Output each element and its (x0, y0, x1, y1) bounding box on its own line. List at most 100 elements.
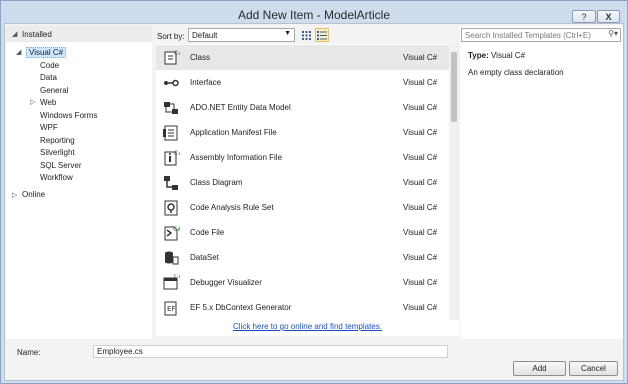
template-language: Visual C# (403, 53, 438, 62)
svg-text:C#: C# (174, 150, 180, 157)
list-item[interactable]: Application Manifest File Visual C# (156, 120, 449, 145)
template-language: Visual C# (403, 128, 438, 137)
template-language: Visual C# (403, 303, 438, 312)
tree-item-workflow[interactable]: Workflow (40, 171, 73, 183)
cancel-button[interactable]: Cancel (569, 361, 618, 376)
template-language: Visual C# (403, 203, 438, 212)
add-button[interactable]: Add (513, 361, 566, 376)
tree-item-web[interactable]: ▷ Web (30, 96, 56, 108)
class-diagram-icon (160, 172, 182, 194)
sort-by-label: Sort by: (157, 31, 185, 41)
collapsed-arrow-icon[interactable]: ▷ (12, 191, 22, 199)
tree-item-general[interactable]: General (40, 84, 68, 96)
installed-label: Installed (22, 29, 52, 39)
tree-item-label: Silverlight (40, 147, 75, 157)
interface-icon (160, 72, 182, 94)
template-description: An empty class declaration (468, 68, 564, 77)
template-name: Class Diagram (190, 178, 243, 187)
template-list-scrollbar[interactable]: ▼ (449, 44, 459, 332)
tree-item-data[interactable]: Data (40, 71, 57, 83)
rule-set-icon (160, 197, 182, 219)
dialog-body: ◢ Installed ◢ Visual C# Code Data Genera… (4, 23, 624, 381)
template-category-tree: ◢ Installed ◢ Visual C# Code Data Genera… (6, 26, 152, 339)
name-input[interactable]: Employee.cs (93, 345, 448, 358)
list-item[interactable]: ADO.NET Entity Data Model Visual C# (156, 95, 449, 120)
template-type: Type: Visual C# (468, 51, 525, 60)
list-item[interactable]: EF EF 5.x DbContext Generator Visual C# (156, 295, 449, 320)
template-name: Code File (190, 228, 225, 237)
template-language: Visual C# (403, 103, 438, 112)
list-item[interactable]: C# Class Visual C# (156, 45, 449, 70)
tree-item-windows-forms[interactable]: Windows Forms (40, 109, 97, 121)
template-language: Visual C# (403, 228, 438, 237)
sort-toolbar: Sort by: Default ▼ (157, 28, 457, 44)
tree-item-reporting[interactable]: Reporting (40, 134, 75, 146)
medium-icons-view-button[interactable] (299, 28, 313, 42)
svg-text:C#: C# (173, 226, 180, 233)
template-name: Code Analysis Rule Set (190, 203, 274, 212)
help-button[interactable]: ? (572, 10, 596, 23)
tree-item-visual-csharp[interactable]: ◢ Visual C# (16, 46, 67, 58)
template-language: Visual C# (403, 278, 438, 287)
type-label: Type: (468, 51, 489, 60)
svg-text:C#: C# (174, 274, 180, 280)
entity-model-icon (160, 97, 182, 119)
installed-header[interactable]: ◢ Installed (6, 26, 152, 42)
list-item[interactable]: C# Debugger Visualizer Visual C# (156, 270, 449, 295)
dialog-title: Add New Item - ModelArticle (237, 8, 391, 22)
list-item[interactable]: Class Diagram Visual C# (156, 170, 449, 195)
add-new-item-dialog: Add New Item - ModelArticle ? X ◢ Instal… (0, 0, 628, 384)
list-item[interactable]: C# Code File Visual C# (156, 220, 449, 245)
expand-arrow-icon: ◢ (12, 31, 18, 38)
tree-item-label: Data (40, 72, 57, 82)
tree-item-wpf[interactable]: WPF (40, 121, 58, 133)
tree-item-silverlight[interactable]: Silverlight (40, 146, 75, 158)
manifest-icon (160, 122, 182, 144)
tree-item-label: SQL Server (40, 160, 82, 170)
tree-item-label: Workflow (40, 172, 73, 182)
name-label: Name: (17, 348, 41, 357)
template-name: EF 5.x DbContext Generator (190, 303, 292, 312)
tree-item-code[interactable]: Code (40, 59, 59, 71)
list-item[interactable]: Interface Visual C# (156, 70, 449, 95)
template-language: Visual C# (403, 178, 438, 187)
template-language: Visual C# (403, 153, 438, 162)
template-language: Visual C# (403, 253, 438, 262)
template-name: Interface (190, 78, 222, 87)
scrollbar-thumb[interactable] (451, 52, 457, 122)
template-name: Assembly Information File (190, 153, 283, 162)
sort-by-select[interactable]: Default ▼ (188, 28, 295, 42)
list-item[interactable]: Code Analysis Rule Set Visual C# (156, 195, 449, 220)
find-templates-online-link[interactable]: Click here to go online and find templat… (156, 320, 459, 336)
ef-generator-icon: EF (160, 297, 182, 319)
type-value: Visual C# (490, 51, 526, 60)
assembly-info-icon: C# (160, 147, 182, 169)
debugger-visualizer-icon: C# (160, 272, 182, 294)
template-list: C# Class Visual C# Interface Visual C# A… (156, 44, 459, 332)
search-placeholder: Search Installed Templates (Ctrl+E) (465, 30, 591, 40)
svg-text:C#: C# (174, 50, 180, 57)
tree-item-online[interactable]: ▷ Online (12, 190, 45, 199)
tree-item-label: Windows Forms (40, 110, 98, 120)
list-item[interactable]: C# Assembly Information File Visual C# (156, 145, 449, 170)
tree-item-label: Online (22, 190, 46, 199)
collapsed-arrow-icon[interactable]: ▷ (30, 98, 40, 106)
template-name: Class (190, 53, 211, 62)
svg-text:EF: EF (167, 305, 175, 313)
tree-item-label: Web (40, 97, 57, 107)
tree-item-label: Reporting (40, 135, 75, 145)
list-view-icon (317, 30, 327, 40)
tree-item-sql-server[interactable]: SQL Server (40, 159, 82, 171)
template-name: DataSet (190, 253, 219, 262)
template-name: Application Manifest File (190, 128, 277, 137)
details-view-button[interactable] (315, 28, 329, 42)
list-item[interactable]: DataSet Visual C# (156, 245, 449, 270)
tree-item-label: Visual C# (26, 46, 67, 58)
search-icon[interactable]: ⚲▾ (608, 29, 618, 38)
close-button[interactable]: X (597, 10, 620, 23)
search-templates-input[interactable]: Search Installed Templates (Ctrl+E) ⚲▾ (461, 28, 621, 42)
template-language: Visual C# (403, 78, 438, 87)
sort-by-value: Default (192, 30, 218, 40)
tree-item-label: WPF (40, 122, 58, 132)
expand-arrow-icon: ◢ (16, 49, 22, 56)
